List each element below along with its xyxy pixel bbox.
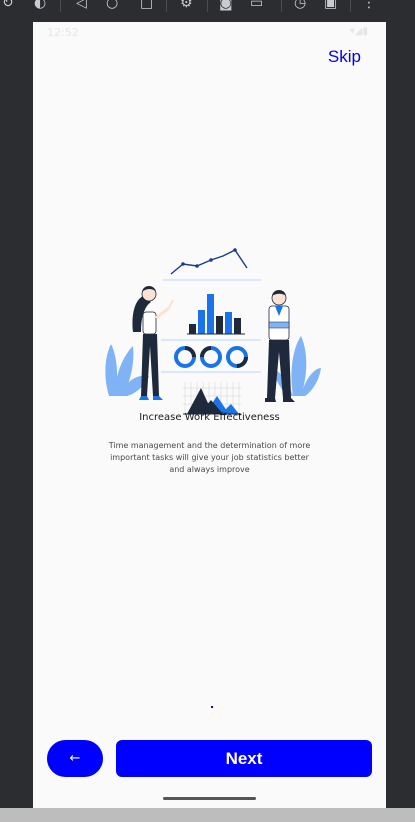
emulator-toolbar: ↻ ◐ ◁ ○ □ ⚙ ◙ ▭ ◷ ▣ ⋮ (0, 0, 415, 14)
next-button[interactable]: Next (116, 740, 372, 777)
settings-icon[interactable]: ⚙ (180, 0, 193, 12)
phone-screen: 12:52 ▾◢▮ Skip Increase Work Effectivene… (33, 22, 386, 808)
snapshot-icon[interactable]: ◐ (34, 0, 46, 12)
emulator-left-frame (0, 14, 33, 808)
back-button[interactable]: ← (47, 740, 103, 777)
line-chart-icon (170, 248, 248, 275)
skip-button[interactable]: Skip (328, 47, 361, 67)
rotate-icon[interactable]: ↻ (2, 0, 14, 12)
phone-link-icon[interactable]: ▣ (324, 0, 337, 12)
page-indicator-dot (211, 706, 213, 708)
overview-square-icon[interactable]: □ (140, 0, 153, 12)
toolbar-divider (166, 0, 167, 12)
emulator-bottom-frame (0, 808, 415, 822)
onboarding-illustration (105, 248, 321, 415)
bar-chart-icon (187, 294, 245, 335)
home-indicator[interactable] (163, 797, 256, 800)
status-bar: 12:52 ▾◢▮ (33, 22, 386, 44)
emulator-right-frame (386, 14, 415, 808)
donut-charts-icon (174, 346, 248, 368)
mountain-chart-icon (183, 382, 241, 415)
onboarding-title: Increase Work Effectiveness (139, 412, 280, 423)
clock-icon[interactable]: ◷ (294, 0, 306, 12)
toolbar-divider (60, 0, 61, 12)
status-icons: ▾◢▮ (349, 26, 368, 37)
status-time: 12:52 (47, 26, 79, 39)
home-circle-icon[interactable]: ○ (106, 0, 118, 12)
onboarding-description: Time management and the determination of… (108, 441, 311, 474)
more-vert-icon[interactable]: ⋮ (362, 0, 376, 12)
toolbar-divider (350, 0, 351, 12)
video-icon[interactable]: ▭ (250, 0, 263, 12)
camera-icon[interactable]: ◙ (219, 0, 233, 12)
toolbar-divider (207, 0, 208, 12)
back-triangle-icon[interactable]: ◁ (76, 0, 87, 12)
toolbar-divider (281, 0, 282, 12)
arrow-left-icon: ← (69, 751, 81, 766)
